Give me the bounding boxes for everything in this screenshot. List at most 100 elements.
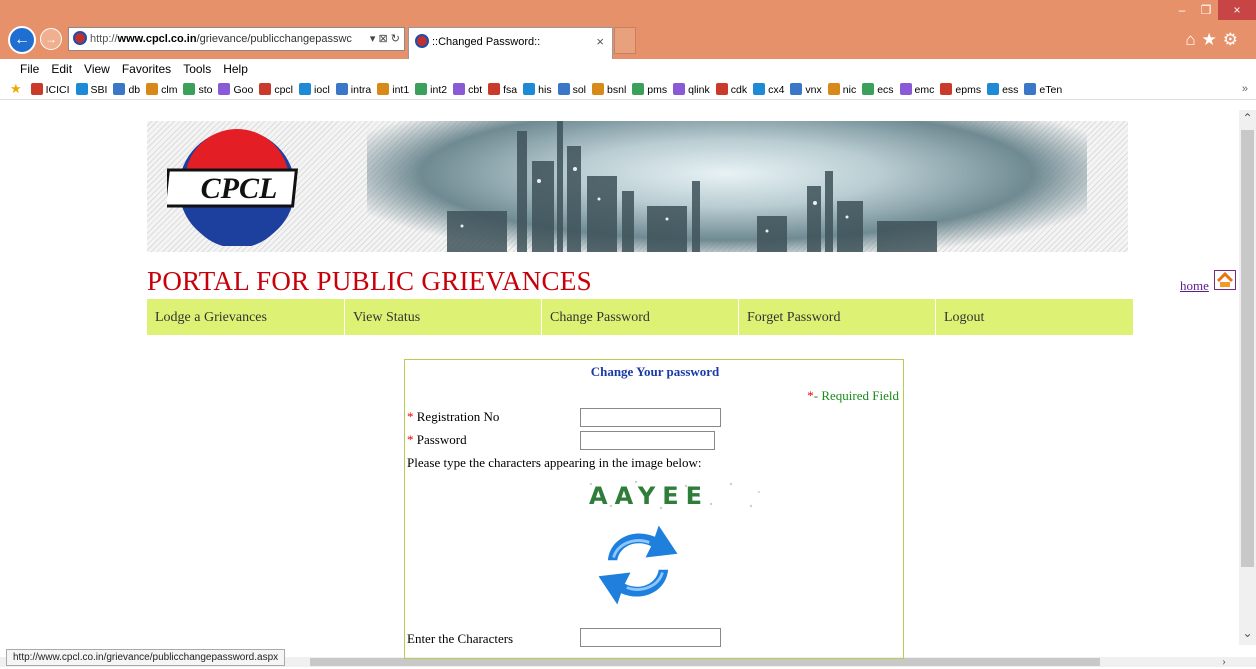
close-window-button[interactable]: × (1218, 0, 1256, 20)
favorite-label: Goo (233, 84, 254, 96)
menu-tools[interactable]: Tools (183, 59, 211, 79)
favorite-item[interactable]: cpcl (259, 80, 294, 99)
home-link[interactable]: home (1180, 278, 1209, 294)
nav-divider (541, 299, 542, 335)
favorite-label: cpcl (274, 84, 294, 96)
favorite-item[interactable]: SBI (75, 80, 108, 99)
horizontal-scroll-thumb[interactable] (310, 658, 1100, 666)
nav-logout[interactable]: Logout (944, 299, 984, 337)
nav-view-status[interactable]: View Status (353, 299, 420, 337)
window-controls: – ❐ × (1170, 0, 1256, 20)
address-host: www.cpcl.co.in (117, 33, 197, 45)
page-title: PORTAL FOR PUBLIC GRIEVANCES (147, 266, 592, 296)
address-bar[interactable]: http://www.cpcl.co.in/grievance/publicch… (68, 27, 405, 51)
favorite-item[interactable]: his (523, 80, 552, 99)
favorite-favicon-icon (453, 83, 466, 95)
favorite-favicon-icon (862, 83, 875, 95)
favorite-label: emc (914, 84, 935, 96)
favorite-item[interactable]: fsa (488, 80, 517, 99)
browser-tab[interactable]: ::Changed Password:: × (408, 27, 613, 59)
home-icon[interactable] (1214, 270, 1236, 290)
favorite-label: ess (1002, 84, 1019, 96)
new-tab-button[interactable] (614, 27, 636, 54)
favorite-item[interactable]: vnx (790, 80, 822, 99)
menu-favorites[interactable]: Favorites (122, 59, 171, 79)
favorite-item[interactable]: bsnl (592, 80, 626, 99)
favorite-item[interactable]: epms (940, 80, 982, 99)
menu-view[interactable]: View (84, 59, 110, 79)
favorite-item[interactable]: int1 (377, 80, 409, 99)
favorite-favicon-icon (1024, 83, 1037, 95)
favorite-label: epms (955, 84, 982, 96)
favorite-item[interactable]: ess (987, 80, 1019, 99)
favorite-item[interactable]: intra (335, 80, 371, 99)
favorite-label: iocl (314, 84, 330, 96)
favorite-item[interactable]: eTen (1024, 80, 1062, 99)
registration-label: * Registration No (407, 409, 499, 425)
favorite-label: db (128, 84, 141, 96)
menu-edit[interactable]: Edit (51, 59, 72, 79)
favorite-label: ICICI (45, 84, 70, 96)
favorite-item[interactable]: sol (557, 80, 586, 99)
favorite-item[interactable]: nic (827, 80, 856, 99)
password-label: * Password (407, 432, 467, 448)
favorite-item[interactable]: clm (146, 80, 178, 99)
nav-divider (935, 299, 936, 335)
scroll-down-icon[interactable]: ⌄ (1239, 625, 1256, 642)
minimize-button[interactable]: – (1170, 0, 1194, 20)
favorite-label: clm (161, 84, 178, 96)
favorite-label: int2 (430, 84, 448, 96)
tab-close-icon[interactable]: × (596, 28, 604, 56)
svg-text:CPCL: CPCL (201, 172, 278, 205)
refresh-captcha-icon[interactable] (591, 518, 685, 612)
favorite-item[interactable]: cdk (715, 80, 748, 99)
menu-file[interactable]: File (20, 59, 39, 79)
favorite-label: vnx (805, 84, 822, 96)
favorite-item[interactable]: db (113, 80, 141, 99)
home-favorites-settings-icons[interactable]: ⌂★⚙ (1185, 30, 1244, 50)
nav-change-password[interactable]: Change Password (550, 299, 650, 337)
favorite-item[interactable]: cbt (453, 80, 482, 99)
favorite-favicon-icon (790, 83, 803, 95)
favorite-item[interactable]: qlink (673, 80, 710, 99)
change-password-form: Change Your password *- Required Field *… (404, 359, 904, 659)
password-input[interactable] (580, 431, 715, 450)
back-button[interactable]: ← (8, 26, 36, 54)
favorite-label: cdk (730, 84, 748, 96)
favorite-item[interactable]: sto (183, 80, 212, 99)
required-note-text: - Required Field (813, 388, 899, 403)
favorite-item[interactable]: Goo (218, 80, 254, 99)
favorite-favicon-icon (899, 83, 912, 95)
favorite-item[interactable]: int2 (415, 80, 448, 99)
main-nav: Lodge a Grievances View Status Change Pa… (147, 299, 1133, 335)
favorite-item[interactable]: ecs (862, 80, 894, 99)
maximize-button[interactable]: ❐ (1194, 0, 1218, 20)
nav-divider (738, 299, 739, 335)
scroll-up-icon[interactable]: ⌃ (1239, 110, 1256, 127)
form-title: Change Your password (590, 364, 720, 379)
forward-button[interactable]: → (40, 28, 62, 50)
nav-divider (344, 299, 345, 335)
favorites-star-icon[interactable]: ★ (10, 79, 22, 99)
address-path: /grievance/publicchangepasswc (196, 33, 352, 45)
address-actions[interactable]: ▾ ⊠ ↻ (365, 28, 400, 50)
nav-forget-password[interactable]: Forget Password (747, 299, 840, 337)
favorite-favicon-icon (523, 83, 536, 95)
favorite-favicon-icon (557, 83, 570, 95)
favorite-item[interactable]: iocl (299, 80, 330, 99)
favorite-label: cx4 (768, 84, 785, 96)
favorite-item[interactable]: emc (899, 80, 935, 99)
favorite-favicon-icon (488, 83, 501, 95)
menu-help[interactable]: Help (223, 59, 248, 79)
favorite-label: SBI (90, 84, 108, 96)
registration-input[interactable] (580, 408, 721, 427)
arrow-right-icon: → (45, 32, 57, 46)
favorite-item[interactable]: pms (632, 80, 667, 99)
vertical-scroll-thumb[interactable] (1241, 130, 1254, 567)
captcha-input[interactable] (580, 628, 721, 647)
favorite-favicon-icon (940, 83, 953, 95)
favorites-more-button[interactable]: » (1242, 79, 1248, 99)
nav-lodge-grievance[interactable]: Lodge a Grievances (155, 299, 267, 337)
favorite-item[interactable]: cx4 (753, 80, 785, 99)
favorite-item[interactable]: ICICI (30, 80, 70, 99)
